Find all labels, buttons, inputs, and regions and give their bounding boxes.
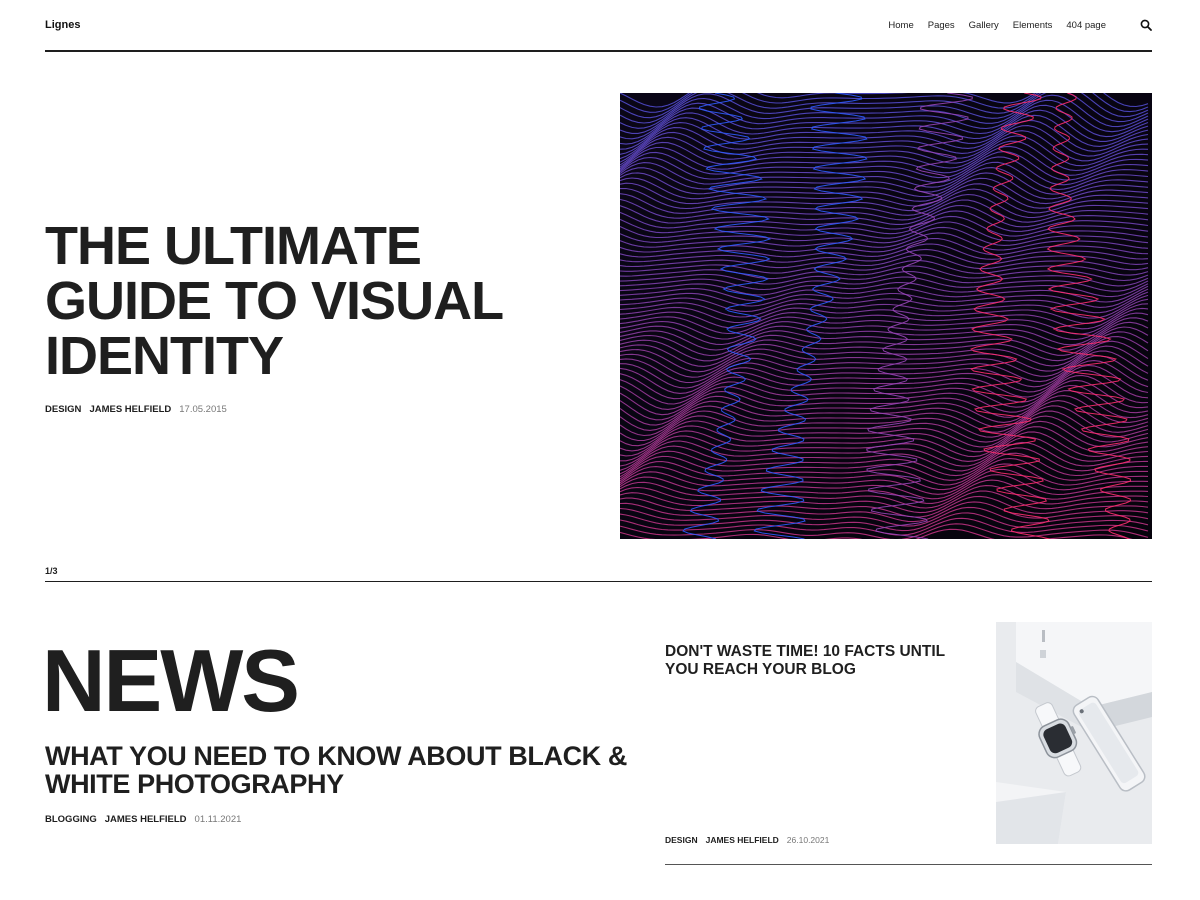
site-header: Lignes Home Pages Gallery Elements 404 p… [45,0,1152,52]
side-post-category[interactable]: DESIGN [665,835,698,845]
featured-post-author[interactable]: JAMES HELFIELD [105,814,187,825]
featured-post-title[interactable]: WHAT YOU NEED TO KNOW ABOUT BLACK & WHIT… [45,742,635,798]
side-post-meta: DESIGN JAMES HELFIELD 26.10.2021 [665,835,829,845]
light-trails-graphic [620,93,1152,539]
slide-counter: 1/3 [45,566,58,576]
watch-phone-graphic [996,622,1152,844]
side-post-author[interactable]: JAMES HELFIELD [706,835,779,845]
search-icon[interactable] [1140,19,1152,31]
nav-item-gallery[interactable]: Gallery [969,20,999,31]
hero-image[interactable] [620,93,1152,539]
featured-post-category[interactable]: BLOGGING [45,814,97,825]
hero-title[interactable]: THE ULTIMATE GUIDE TO VISUAL IDENTITY [45,219,565,384]
news-heading: NEWS [42,631,300,730]
nav-item-pages[interactable]: Pages [928,20,955,31]
section-divider [45,581,1152,582]
side-post-date: 26.10.2021 [786,835,830,845]
hero-author[interactable]: JAMES HELFIELD [89,404,171,415]
featured-post-meta: BLOGGING JAMES HELFIELD 01.11.2021 [45,814,241,825]
side-post-image[interactable] [996,622,1152,844]
main-nav: Home Pages Gallery Elements 404 page [888,20,1106,31]
featured-post-date: 01.11.2021 [194,814,242,825]
nav-item-home[interactable]: Home [888,20,913,31]
side-post-title[interactable]: DON'T WASTE TIME! 10 FACTS UNTIL YOU REA… [665,643,965,679]
site-logo[interactable]: Lignes [45,19,80,31]
hero-date: 17.05.2015 [179,404,227,415]
nav-item-elements[interactable]: Elements [1013,20,1053,31]
hero-category[interactable]: DESIGN [45,404,81,415]
hero-meta: DESIGN JAMES HELFIELD 17.05.2015 [45,404,227,415]
nav-item-404[interactable]: 404 page [1066,20,1106,31]
side-post-divider [665,864,1152,865]
